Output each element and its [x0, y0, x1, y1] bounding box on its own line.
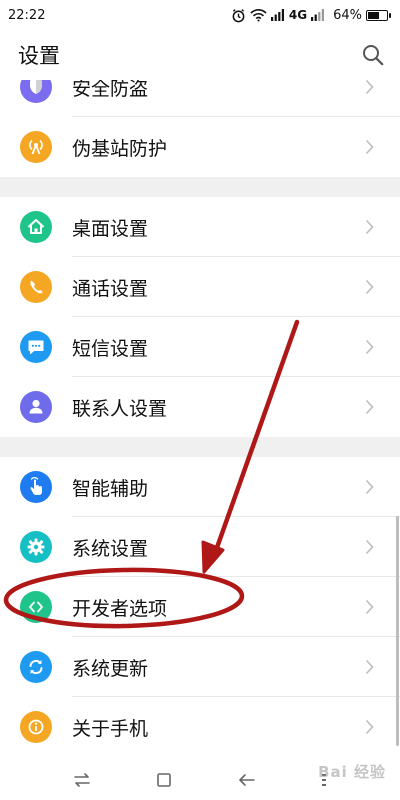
signal-icon — [270, 9, 285, 21]
settings-item-gear[interactable]: 系统设置 — [0, 517, 400, 577]
settings-item-shield[interactable]: 安全防盗 — [0, 80, 400, 117]
settings-item-label: 智能辅助 — [72, 477, 149, 500]
back-icon[interactable] — [238, 773, 256, 787]
status-bar: 22:22 4G 64% — [0, 0, 400, 30]
settings-item-label: 安全防盗 — [72, 80, 149, 100]
message-icon — [20, 331, 52, 363]
settings-list-content: 安全防盗伪基站防护桌面设置通话设置短信设置联系人设置智能辅助系统设置开发者选项系… — [0, 80, 400, 757]
settings-item-label: 系统更新 — [72, 657, 149, 680]
chevron-right-icon — [365, 139, 374, 159]
watermark: Bai 经验 — [318, 763, 386, 781]
chevron-right-icon — [365, 479, 374, 499]
group-separator — [0, 177, 400, 197]
settings-item-label: 联系人设置 — [72, 397, 168, 420]
settings-screen: 22:22 4G 64% 设置 安全防盗 伪基站防护 桌面设置 通话设置 短信设… — [0, 0, 400, 800]
status-icons: 4G 64% — [231, 7, 391, 23]
settings-item-code[interactable]: 开发者选项 — [0, 577, 400, 637]
wifi-icon — [250, 8, 267, 22]
chevron-right-icon — [365, 80, 374, 99]
home-icon — [20, 211, 52, 243]
settings-item-label: 关于手机 — [72, 717, 149, 740]
chevron-right-icon — [365, 539, 374, 559]
gear-icon — [20, 531, 52, 563]
code-icon — [20, 591, 52, 623]
info-icon — [20, 711, 52, 743]
settings-item-label: 开发者选项 — [72, 597, 168, 620]
alarm-icon — [231, 8, 246, 23]
settings-item-phone[interactable]: 通话设置 — [0, 257, 400, 317]
settings-item-label: 伪基站防护 — [72, 137, 168, 160]
settings-item-label: 短信设置 — [72, 337, 149, 360]
app-header: 设置 — [0, 30, 400, 80]
touch-icon — [20, 471, 52, 503]
network-type: 4G — [288, 8, 308, 22]
page-title: 设置 — [18, 44, 60, 68]
chevron-right-icon — [365, 719, 374, 739]
settings-item-label: 系统设置 — [72, 537, 149, 560]
chevron-right-icon — [365, 339, 374, 359]
chevron-right-icon — [365, 279, 374, 299]
contact-icon — [20, 391, 52, 423]
settings-item-contact[interactable]: 联系人设置 — [0, 377, 400, 437]
settings-item-label: 通话设置 — [72, 277, 149, 300]
battery-fill — [368, 11, 379, 19]
settings-item-home[interactable]: 桌面设置 — [0, 197, 400, 257]
settings-item-antenna[interactable]: 伪基站防护 — [0, 117, 400, 177]
settings-list[interactable]: 安全防盗伪基站防护桌面设置通话设置短信设置联系人设置智能辅助系统设置开发者选项系… — [0, 80, 400, 760]
settings-item-touch[interactable]: 智能辅助 — [0, 457, 400, 517]
battery-percent: 64% — [333, 7, 362, 23]
settings-item-label: 桌面设置 — [72, 217, 149, 240]
scrollbar[interactable] — [396, 516, 399, 746]
group-separator — [0, 437, 400, 457]
menu-switch-icon[interactable] — [73, 773, 91, 787]
settings-item-message[interactable]: 短信设置 — [0, 317, 400, 377]
status-time: 22:22 — [8, 7, 46, 23]
chevron-right-icon — [365, 599, 374, 619]
chevron-right-icon — [365, 219, 374, 239]
battery-icon — [366, 9, 391, 21]
chevron-right-icon — [365, 399, 374, 419]
chevron-right-icon — [365, 659, 374, 679]
settings-item-info[interactable]: 关于手机 — [0, 697, 400, 757]
refresh-icon — [20, 651, 52, 683]
settings-item-refresh[interactable]: 系统更新 — [0, 637, 400, 697]
antenna-icon — [20, 131, 52, 163]
home-nav-icon[interactable] — [156, 772, 172, 788]
shield-icon — [20, 80, 52, 103]
phone-icon — [20, 271, 52, 303]
signal-icon-secondary — [311, 9, 325, 21]
search-icon[interactable] — [362, 44, 384, 66]
